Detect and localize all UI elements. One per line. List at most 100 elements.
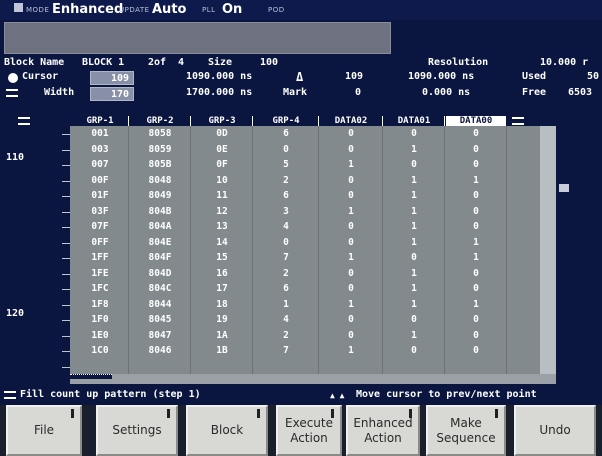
table-cell[interactable]: 1F0	[72, 314, 128, 325]
table-cell[interactable]: 19	[192, 314, 252, 325]
table-cell[interactable]: 003	[72, 144, 128, 155]
width-input[interactable]: 170	[90, 87, 134, 101]
column-header-data00[interactable]: DATA00	[446, 116, 506, 126]
table-cell[interactable]: 804E	[130, 237, 190, 248]
table-cell[interactable]: 0	[446, 330, 506, 341]
table-cell[interactable]: 8059	[130, 144, 190, 155]
table-cell[interactable]: 0	[254, 144, 318, 155]
table-cell[interactable]: 6	[254, 190, 318, 201]
table-cell[interactable]: 0	[384, 252, 444, 263]
table-cell[interactable]: 0F	[192, 159, 252, 170]
table-cell[interactable]: 0	[320, 190, 382, 201]
horizontal-scrollbar-track[interactable]	[70, 374, 556, 384]
table-cell[interactable]: 0	[320, 175, 382, 186]
table-cell[interactable]: 0	[320, 314, 382, 325]
table-cell[interactable]: 12	[192, 206, 252, 217]
table-cell[interactable]: 15	[192, 252, 252, 263]
file-button[interactable]: File	[6, 405, 82, 456]
table-cell[interactable]: 6	[254, 128, 318, 139]
settings-button[interactable]: Settings	[96, 405, 178, 456]
table-cell[interactable]: 1	[384, 268, 444, 279]
table-cell[interactable]: 14	[192, 237, 252, 248]
table-cell[interactable]: 0	[446, 206, 506, 217]
column-header-grp3[interactable]: GRP-3	[192, 116, 252, 126]
table-cell[interactable]: 1	[446, 237, 506, 248]
table-cell[interactable]: 0	[384, 128, 444, 139]
table-cell[interactable]: 17	[192, 283, 252, 294]
table-cell[interactable]: 1B	[192, 345, 252, 356]
table-cell[interactable]: 0	[320, 283, 382, 294]
table-cell[interactable]: 804C	[130, 283, 190, 294]
table-cell[interactable]: 1	[384, 299, 444, 310]
table-cell[interactable]: 805B	[130, 159, 190, 170]
table-cell[interactable]: 7	[254, 345, 318, 356]
table-cell[interactable]: 0	[446, 345, 506, 356]
vertical-scrollbar-track[interactable]	[557, 126, 571, 374]
table-cell[interactable]: 1F8	[72, 299, 128, 310]
table-cell[interactable]: 0	[320, 268, 382, 279]
table-cell[interactable]: 8048	[130, 175, 190, 186]
table-cell[interactable]: 1FC	[72, 283, 128, 294]
table-cell[interactable]: 0	[384, 345, 444, 356]
table-cell[interactable]: 8047	[130, 330, 190, 341]
table-cell[interactable]: 6	[254, 283, 318, 294]
table-cell[interactable]: 0	[384, 314, 444, 325]
table-cell[interactable]: 0	[320, 128, 382, 139]
table-cell[interactable]: 1	[320, 252, 382, 263]
column-header-data01[interactable]: DATA01	[384, 116, 444, 126]
table-cell[interactable]: 1	[384, 175, 444, 186]
horizontal-scrollbar-thumb[interactable]	[70, 374, 112, 379]
table-cell[interactable]: 0E	[192, 144, 252, 155]
block-button[interactable]: Block	[186, 405, 268, 456]
table-cell[interactable]: 1E0	[72, 330, 128, 341]
table-cell[interactable]: 1	[446, 252, 506, 263]
table-cell[interactable]: 0	[384, 159, 444, 170]
cursor-input[interactable]: 109	[90, 71, 134, 85]
table-cell[interactable]: 07F	[72, 221, 128, 232]
table-cell[interactable]: 0	[446, 314, 506, 325]
table-cell[interactable]: 0	[254, 237, 318, 248]
table-cell[interactable]: 1	[384, 221, 444, 232]
table-cell[interactable]: 2	[254, 175, 318, 186]
table-cell[interactable]: 0	[446, 268, 506, 279]
table-cell[interactable]: 0	[446, 128, 506, 139]
block-name-value[interactable]: BLOCK 1	[82, 57, 124, 68]
table-cell[interactable]: 804D	[130, 268, 190, 279]
scroll-right-icon[interactable]	[512, 117, 524, 125]
table-cell[interactable]: 001	[72, 128, 128, 139]
table-cell[interactable]: 007	[72, 159, 128, 170]
table-cell[interactable]: 8045	[130, 314, 190, 325]
table-cell[interactable]: 0	[446, 221, 506, 232]
scroll-left-icon[interactable]	[18, 117, 30, 125]
table-cell[interactable]: 0	[446, 144, 506, 155]
table-cell[interactable]: 11	[192, 190, 252, 201]
table-cell[interactable]: 00F	[72, 175, 128, 186]
make-sequence-button[interactable]: Make Sequence	[426, 405, 506, 456]
table-cell[interactable]: 3	[254, 206, 318, 217]
table-cell[interactable]: 1	[320, 299, 382, 310]
table-cell[interactable]: 2	[254, 268, 318, 279]
table-cell[interactable]: 1	[384, 237, 444, 248]
table-cell[interactable]: 804B	[130, 206, 190, 217]
table-cell[interactable]: 804A	[130, 221, 190, 232]
table-cell[interactable]: 8046	[130, 345, 190, 356]
table-cell[interactable]: 7	[254, 252, 318, 263]
table-cell[interactable]: 1	[446, 175, 506, 186]
table-cell[interactable]: 4	[254, 314, 318, 325]
vertical-scrollbar-thumb[interactable]	[559, 184, 569, 192]
table-cell[interactable]: 10	[192, 175, 252, 186]
table-cell[interactable]: 1	[384, 190, 444, 201]
table-cell[interactable]: 8049	[130, 190, 190, 201]
table-cell[interactable]: 5	[254, 159, 318, 170]
table-cell[interactable]: 1	[384, 330, 444, 341]
table-cell[interactable]: 4	[254, 221, 318, 232]
column-header-grp2[interactable]: GRP-2	[130, 116, 190, 126]
table-cell[interactable]: 0	[320, 144, 382, 155]
table-cell[interactable]: 0FF	[72, 237, 128, 248]
table-cell[interactable]: 18	[192, 299, 252, 310]
table-cell[interactable]: 1A	[192, 330, 252, 341]
table-cell[interactable]: 0D	[192, 128, 252, 139]
undo-button[interactable]: Undo	[514, 405, 596, 456]
table-cell[interactable]: 0	[446, 159, 506, 170]
table-cell[interactable]: 8058	[130, 128, 190, 139]
